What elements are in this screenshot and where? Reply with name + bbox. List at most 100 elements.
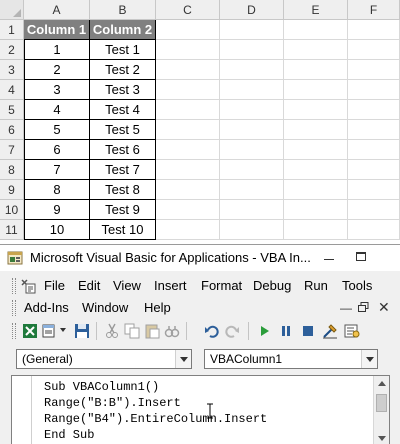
cell-a3[interactable]: 2 (24, 60, 90, 80)
code-window-icon[interactable] (20, 278, 36, 294)
select-all-corner[interactable] (0, 0, 24, 20)
cell-a4[interactable]: 3 (24, 80, 90, 100)
cell-b8[interactable]: Test 7 (90, 160, 156, 180)
column-header-a[interactable]: A (24, 0, 90, 20)
maximize-button[interactable] (348, 245, 374, 267)
cell-e11[interactable] (284, 220, 348, 240)
row-header-9[interactable]: 9 (0, 180, 24, 200)
menu-view[interactable]: View (113, 278, 141, 293)
undo-icon[interactable] (204, 323, 220, 339)
cell-b2[interactable]: Test 1 (90, 40, 156, 60)
cell-d6[interactable] (220, 120, 284, 140)
code-line-1[interactable]: Sub VBAColumn1() (44, 379, 267, 395)
cell-f8[interactable] (348, 160, 400, 180)
cell-a5[interactable]: 4 (24, 100, 90, 120)
row-header-1[interactable]: 1 (0, 20, 24, 40)
object-combo[interactable]: (General) (16, 349, 192, 369)
menu-tools[interactable]: Tools (342, 278, 372, 293)
cell-d5[interactable] (220, 100, 284, 120)
design-mode-icon[interactable] (322, 323, 338, 339)
cell-e8[interactable] (284, 160, 348, 180)
cell-d4[interactable] (220, 80, 284, 100)
cell-d10[interactable] (220, 200, 284, 220)
cell-f6[interactable] (348, 120, 400, 140)
cell-a8[interactable]: 7 (24, 160, 90, 180)
row-header-11[interactable]: 11 (0, 220, 24, 240)
code-lines[interactable]: Sub VBAColumn1() Range("B:B").Insert Range… (44, 379, 267, 443)
cell-e10[interactable] (284, 200, 348, 220)
cell-b9[interactable]: Test 8 (90, 180, 156, 200)
menu-window[interactable]: Window (82, 300, 128, 315)
row-header-3[interactable]: 3 (0, 60, 24, 80)
scrollbar-thumb[interactable] (376, 394, 387, 412)
insert-dropdown-icon[interactable] (60, 328, 66, 332)
cell-e5[interactable] (284, 100, 348, 120)
cell-a2[interactable]: 1 (24, 40, 90, 60)
cell-f7[interactable] (348, 140, 400, 160)
cell-f1[interactable] (348, 20, 400, 40)
cell-f3[interactable] (348, 60, 400, 80)
column-header-f[interactable]: F (348, 0, 400, 20)
cell-b3[interactable]: Test 2 (90, 60, 156, 80)
scroll-up-icon[interactable] (378, 381, 386, 386)
cell-e4[interactable] (284, 80, 348, 100)
cell-b6[interactable]: Test 5 (90, 120, 156, 140)
vba-title-bar[interactable]: Microsoft Visual Basic for Applications … (0, 245, 400, 271)
row-header-10[interactable]: 10 (0, 200, 24, 220)
reset-icon[interactable] (300, 323, 316, 339)
cell-b1[interactable]: Column 2 (90, 20, 156, 40)
redo-icon[interactable] (224, 323, 240, 339)
paste-icon[interactable] (144, 323, 160, 339)
code-vertical-scrollbar[interactable] (373, 376, 389, 444)
cell-b4[interactable]: Test 3 (90, 80, 156, 100)
cell-b10[interactable]: Test 9 (90, 200, 156, 220)
column-header-e[interactable]: E (284, 0, 348, 20)
save-icon[interactable] (74, 323, 90, 339)
cell-a6[interactable]: 5 (24, 120, 90, 140)
cell-d8[interactable] (220, 160, 284, 180)
cell-c7[interactable] (156, 140, 220, 160)
run-icon[interactable] (256, 323, 272, 339)
cell-c10[interactable] (156, 200, 220, 220)
procedure-combo[interactable]: VBAColumn1 (204, 349, 378, 369)
row-header-4[interactable]: 4 (0, 80, 24, 100)
child-close-icon[interactable]: ✕ (378, 300, 390, 314)
menu-add-ins[interactable]: Add-Ins (24, 300, 69, 315)
cell-f5[interactable] (348, 100, 400, 120)
menu-format[interactable]: Format (201, 278, 242, 293)
menu-insert[interactable]: Insert (154, 278, 187, 293)
menu-file[interactable]: File (44, 278, 65, 293)
break-icon[interactable] (278, 323, 294, 339)
insert-module-icon[interactable] (42, 323, 58, 339)
cell-b11[interactable]: Test 10 (90, 220, 156, 240)
cell-c11[interactable] (156, 220, 220, 240)
column-header-d[interactable]: D (220, 0, 284, 20)
row-header-8[interactable]: 8 (0, 160, 24, 180)
column-header-b[interactable]: B (90, 0, 156, 20)
minimize-button[interactable] (316, 245, 342, 267)
row-header-5[interactable]: 5 (0, 100, 24, 120)
cell-c9[interactable] (156, 180, 220, 200)
cell-f11[interactable] (348, 220, 400, 240)
cell-e1[interactable] (284, 20, 348, 40)
menu-run[interactable]: Run (304, 278, 328, 293)
row-header-6[interactable]: 6 (0, 120, 24, 140)
cell-d1[interactable] (220, 20, 284, 40)
code-margin[interactable] (12, 376, 32, 444)
cell-e3[interactable] (284, 60, 348, 80)
cell-f2[interactable] (348, 40, 400, 60)
column-header-c[interactable]: C (156, 0, 220, 20)
cell-a9[interactable]: 8 (24, 180, 90, 200)
cell-e9[interactable] (284, 180, 348, 200)
cell-a1[interactable]: Column 1 (24, 20, 90, 40)
cell-d3[interactable] (220, 60, 284, 80)
code-line-2[interactable]: Range("B:B").Insert (44, 395, 267, 411)
row-header-7[interactable]: 7 (0, 140, 24, 160)
code-pane[interactable]: Sub VBAColumn1() Range("B:B").Insert Range… (11, 375, 390, 444)
cell-b5[interactable]: Test 4 (90, 100, 156, 120)
procedure-combo-dropdown-icon[interactable] (361, 350, 377, 368)
menu-edit[interactable]: Edit (78, 278, 100, 293)
excel-icon[interactable] (22, 323, 38, 339)
cell-e7[interactable] (284, 140, 348, 160)
cell-f9[interactable] (348, 180, 400, 200)
